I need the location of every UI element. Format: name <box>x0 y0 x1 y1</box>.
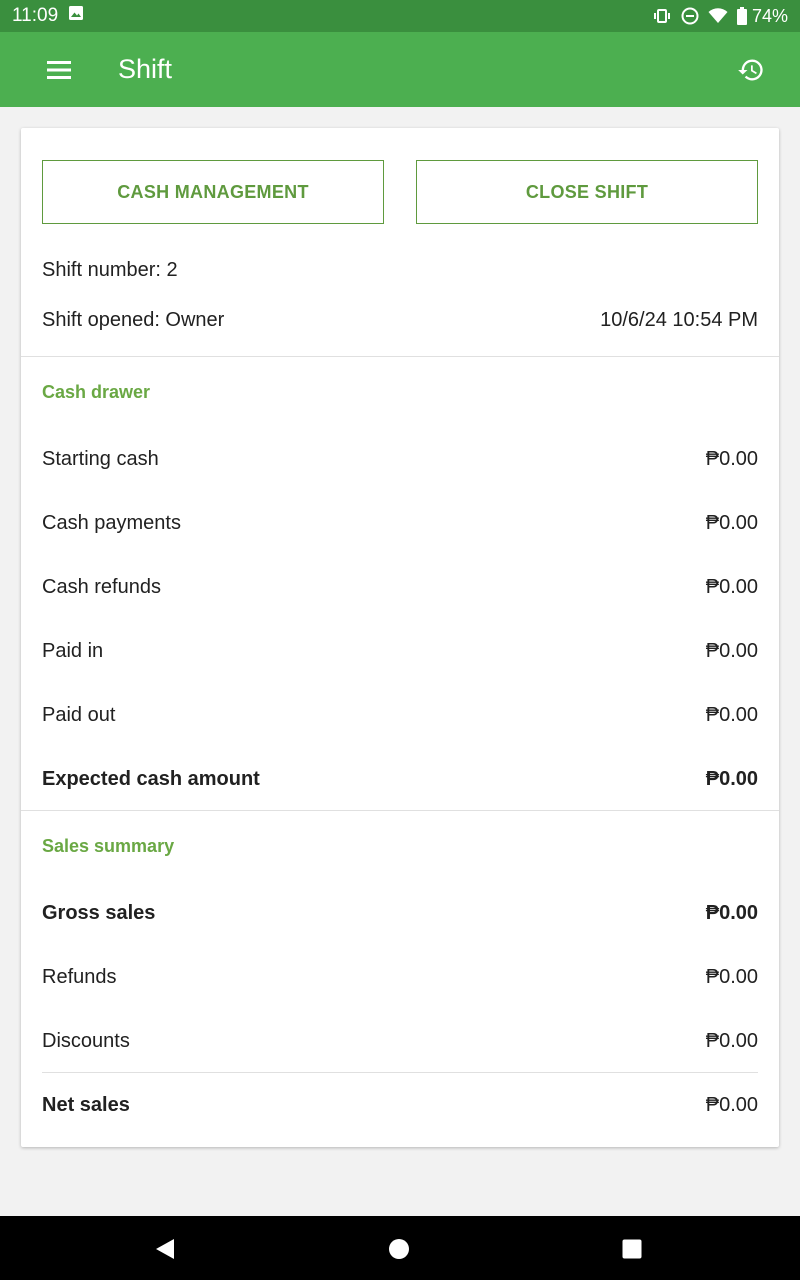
sales-summary-title: Sales summary <box>42 836 175 856</box>
navigation-bar <box>0 1216 800 1280</box>
sales-row-refunds: Refunds ₱0.00 <box>42 962 758 992</box>
row-value: ₱0.00 <box>705 639 758 662</box>
row-value: ₱0.00 <box>705 703 758 726</box>
cash-drawer-row-paid-out: Paid out ₱0.00 <box>42 700 758 730</box>
do-not-disturb-icon <box>681 7 699 25</box>
shift-number: Shift number: 2 <box>42 259 178 281</box>
cash-drawer-row-paid-in: Paid in ₱0.00 <box>42 636 758 666</box>
row-value: ₱0.00 <box>705 767 758 790</box>
cash-drawer-row-expected-cash: Expected cash amount ₱0.00 <box>42 764 758 794</box>
shift-opened-by: Shift opened: Owner <box>42 309 225 331</box>
row-value: ₱0.00 <box>705 1029 758 1052</box>
cash-drawer-title: Cash drawer <box>42 382 151 402</box>
row-value: ₱0.00 <box>705 901 758 924</box>
shift-card: CASH MANAGEMENT CLOSE SHIFT Shift number… <box>21 128 779 1147</box>
recents-icon <box>622 1239 642 1259</box>
vibrate-icon <box>652 8 672 24</box>
row-label: Starting cash <box>42 447 159 470</box>
back-icon <box>156 1239 174 1259</box>
menu-icon <box>47 61 71 79</box>
app-bar: Shift <box>0 32 800 107</box>
history-icon <box>738 59 763 81</box>
row-label: Cash payments <box>42 511 181 534</box>
shift-opened-row: Shift opened: Owner 10/6/24 10:54 PM <box>42 309 758 332</box>
history-button[interactable] <box>735 54 767 86</box>
cash-drawer-row-cash-payments: Cash payments ₱0.00 <box>42 508 758 538</box>
sales-row-gross-sales: Gross sales ₱0.00 <box>42 898 758 928</box>
row-label: Discounts <box>42 1029 130 1052</box>
status-bar: 11:09 74% <box>0 0 800 32</box>
row-label: Cash refunds <box>42 575 161 598</box>
home-icon <box>389 1239 409 1259</box>
cash-management-button[interactable]: CASH MANAGEMENT <box>42 160 384 224</box>
shift-opened-time: 10/6/24 10:54 PM <box>600 309 758 331</box>
sales-row-discounts: Discounts ₱0.00 <box>42 1026 758 1056</box>
close-shift-button[interactable]: CLOSE SHIFT <box>416 160 758 224</box>
row-value: ₱0.00 <box>705 1093 758 1116</box>
row-value: ₱0.00 <box>705 575 758 598</box>
page-title: Shift <box>118 54 173 84</box>
row-value: ₱0.00 <box>705 447 758 470</box>
battery-icon <box>736 7 747 25</box>
back-button[interactable] <box>152 1236 178 1262</box>
row-label: Gross sales <box>42 901 156 924</box>
divider <box>21 356 779 357</box>
home-button[interactable] <box>386 1236 412 1262</box>
row-label: Refunds <box>42 965 117 988</box>
divider <box>42 1072 758 1073</box>
cash-drawer-row-cash-refunds: Cash refunds ₱0.00 <box>42 572 758 602</box>
menu-button[interactable] <box>44 56 74 84</box>
row-label: Expected cash amount <box>42 767 260 790</box>
shift-number-row: Shift number: 2 <box>42 259 758 282</box>
sales-row-net-sales: Net sales ₱0.00 <box>42 1090 758 1120</box>
cash-drawer-row-starting-cash: Starting cash ₱0.00 <box>42 444 758 474</box>
status-time: 11:09 <box>12 5 59 26</box>
row-label: Net sales <box>42 1093 130 1116</box>
wifi-icon <box>708 8 728 24</box>
row-value: ₱0.00 <box>705 965 758 988</box>
divider <box>21 810 779 811</box>
row-label: Paid out <box>42 703 116 726</box>
battery-percentage: 74% <box>751 5 788 26</box>
image-notification-icon <box>68 5 84 27</box>
recents-button[interactable] <box>619 1236 645 1262</box>
row-label: Paid in <box>42 639 104 662</box>
row-value: ₱0.00 <box>705 511 758 534</box>
